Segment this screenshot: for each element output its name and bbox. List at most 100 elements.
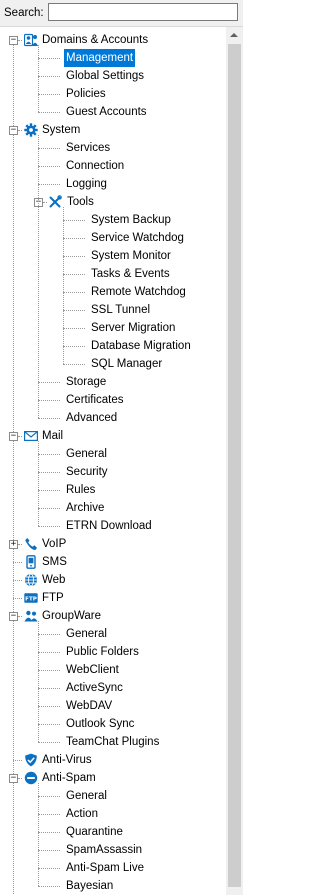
tree-item[interactable]: System [40,121,226,139]
tree-item-label: General [66,628,107,640]
tree-item-label: GroupWare [42,610,102,622]
tree-item[interactable]: Security [64,463,226,481]
tree-item[interactable]: Tools [65,193,227,211]
tree-item[interactable]: Action [64,805,226,823]
tree-item[interactable]: Server Migration [89,319,226,337]
tree-item[interactable]: SSL Tunnel [89,301,226,319]
tree-connector [38,94,60,95]
tree-item[interactable]: Archive [64,499,226,517]
tree-item-label: Management [64,49,136,67]
tree-item[interactable]: Anti-Spam Live [64,859,226,877]
collapse-toggle-icon[interactable]: − [9,36,18,45]
tree-item[interactable]: SpamAssassin [64,841,226,859]
tree-item[interactable]: Certificates [64,391,226,409]
tree-item-label: Outlook Sync [66,718,135,730]
tree-item[interactable]: Domains & Accounts [40,31,226,49]
tree-item-label: Service Watchdog [91,232,184,244]
tree-item[interactable]: Web [40,571,226,589]
tree-item[interactable]: Services [64,139,226,157]
tree-item[interactable]: SQL Manager [89,355,226,373]
tree-item[interactable]: Service Watchdog [89,229,226,247]
tree-item-label: Anti-Virus [42,754,92,766]
tree-item-label: Rules [66,484,96,496]
vertical-scrollbar[interactable] [226,27,243,895]
tree-item-label: Bayesian [66,880,114,892]
tree-item[interactable]: Quarantine [64,823,226,841]
tree-connector [38,850,60,851]
tree-item-label: Server Migration [91,322,176,334]
tree-connector [38,526,60,527]
tree-item[interactable]: Storage [64,373,226,391]
tree-item[interactable]: Management [64,49,226,67]
tree-item[interactable]: WebDAV [64,697,226,715]
tree-item[interactable]: Remote Watchdog [89,283,226,301]
expand-toggle-icon[interactable]: + [9,540,18,549]
tree-item[interactable]: FTP [40,589,226,607]
tree-item[interactable]: General [64,625,226,643]
tree-connector [38,688,60,689]
globe-icon [24,573,38,587]
collapse-toggle-icon[interactable]: − [9,612,18,621]
tree-item[interactable]: GroupWare [40,607,226,625]
groupware-icon [24,609,38,623]
tree-item[interactable]: General [64,445,226,463]
tree-item[interactable]: TeamChat Plugins [64,733,226,751]
tree-item[interactable]: Connection [64,157,226,175]
scrollbar-thumb[interactable] [228,44,241,887]
tree-item[interactable]: WebClient [64,661,226,679]
collapse-toggle-icon[interactable]: − [9,432,18,441]
tree-item[interactable]: ETRN Download [64,517,226,535]
tree-item-label: Services [66,142,111,154]
tree-item[interactable]: Rules [64,481,226,499]
collapse-toggle-icon[interactable]: − [9,774,18,783]
tree-item[interactable]: Tasks & Events [89,265,226,283]
tree-item-label: Quarantine [66,826,123,838]
tree-item[interactable]: Logging [64,175,226,193]
collapse-toggle-icon[interactable]: − [9,126,18,135]
tree-item[interactable]: Anti-Spam [40,769,226,787]
scroll-up-arrow-icon[interactable] [226,27,243,44]
tree-item-label: Domains & Accounts [42,34,149,46]
tree-connector [18,436,22,437]
tree-connector [38,135,39,418]
tree-item[interactable]: Advanced [64,409,226,427]
tree-connector [63,220,85,221]
tree-item-label: Storage [66,376,107,388]
tree-item[interactable]: Bayesian [64,877,226,895]
tree-item[interactable]: General [64,787,226,805]
tree-item[interactable]: VoIP [40,535,226,553]
tree-item[interactable]: Guest Accounts [64,103,226,121]
tree-item-label: Certificates [66,394,124,406]
search-label: Search: [4,7,44,19]
tree-connector [38,148,60,149]
tree-item[interactable]: System Monitor [89,247,226,265]
tree-item[interactable]: Policies [64,85,226,103]
tree-item-label: Policies [66,88,106,100]
tree-item[interactable]: Anti-Virus [40,751,226,769]
tree-item[interactable]: System Backup [89,211,226,229]
tree-item[interactable]: SMS [40,553,226,571]
tree-item[interactable]: Database Migration [89,337,226,355]
tree-connector [38,112,60,113]
tree-item[interactable]: Global Settings [64,67,226,85]
search-input[interactable] [48,3,238,21]
tree-item[interactable]: ActiveSync [64,679,226,697]
tree-connector [38,472,60,473]
tree-connector [38,382,60,383]
tree-connector [38,400,60,401]
tree-connector [38,441,39,526]
tree-item-label: WebClient [66,664,119,676]
tree-item-label: Web [42,574,66,586]
tree-item-label: Logging [66,178,107,190]
tree-item[interactable]: Public Folders [64,643,226,661]
tree-item-label: SMS [42,556,67,568]
tree-connector [18,40,22,41]
tree-connector [18,544,22,545]
tree-item-label: Anti-Spam Live [66,862,144,874]
tree-item[interactable]: Outlook Sync [64,715,226,733]
tree-item[interactable]: Mail [40,427,226,445]
tree-view[interactable]: Domains & Accounts − Management Global Sett… [0,26,243,895]
tree-item-label: Advanced [66,412,118,424]
tree-item-label: SQL Manager [91,358,163,370]
tree-item-label: Public Folders [66,646,139,658]
